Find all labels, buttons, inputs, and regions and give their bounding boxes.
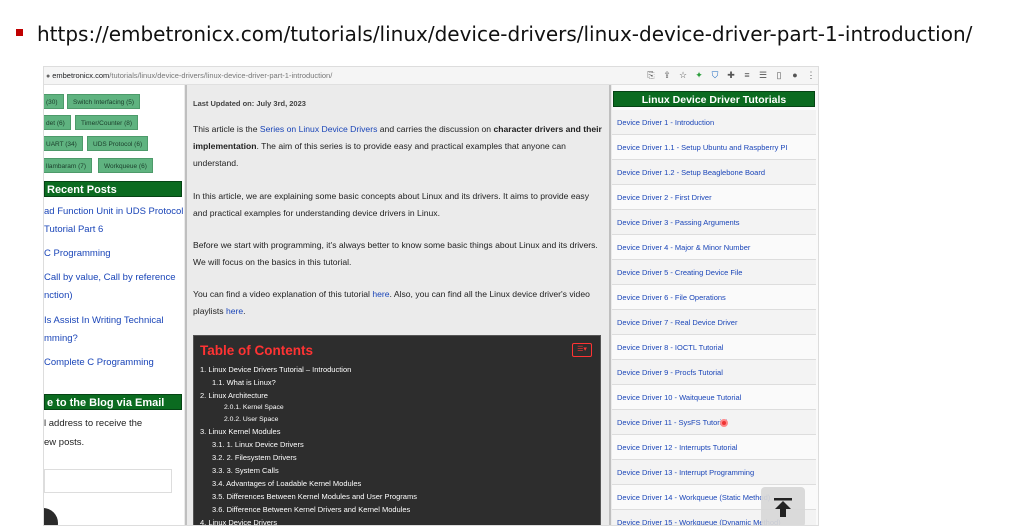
tutorial-link[interactable]: Device Driver 3 - Passing Arguments	[612, 210, 816, 235]
toc-item[interactable]: 3.6. Difference Between Kernel Drivers a…	[212, 505, 410, 514]
tag-link[interactable]: UART (34)	[44, 136, 83, 151]
subscribe-heading: e to the Blog via Email	[44, 394, 182, 410]
tag-link[interactable]: Timer/Counter (8)	[75, 115, 139, 130]
video-link[interactable]: here	[372, 289, 389, 299]
recent-post-link[interactable]: Call by value, Call by reference	[44, 272, 175, 283]
browser-window: ● embetronicx.com/tutorials/linux/device…	[43, 66, 819, 526]
toc-item[interactable]: 3.1. 1. Linux Device Drivers	[212, 440, 304, 449]
bullet-icon	[16, 29, 23, 36]
recent-post-link[interactable]: Tutorial Part 6	[44, 224, 103, 235]
toolbar-icons: ⎘ ⇪ ☆ ✦ ⛉ ✚ ≡ ☰ ▯ ● ⋮	[646, 69, 816, 81]
slide-url-heading: https://embetronicx.com/tutorials/linux/…	[16, 22, 972, 46]
toc-item[interactable]: 1.1. What is Linux?	[212, 378, 276, 387]
extension-icon[interactable]: ✦	[694, 69, 704, 81]
toc-toggle-button[interactable]: ☰▾	[572, 343, 592, 357]
tag-link[interactable]: Switch Interfacing (5)	[67, 94, 141, 109]
address-bar[interactable]: ● embetronicx.com/tutorials/linux/device…	[44, 67, 818, 85]
address-url[interactable]: ● embetronicx.com/tutorials/linux/device…	[46, 71, 332, 80]
toc-item[interactable]: 3.3. 3. System Calls	[212, 466, 279, 475]
arrow-up-icon	[774, 498, 792, 517]
recent-post-link[interactable]: Complete C Programming	[44, 357, 154, 368]
share-icon[interactable]: ⇪	[662, 69, 672, 81]
tutorial-link[interactable]: Device Driver 1.1 - Setup Ubuntu and Ras…	[612, 135, 816, 160]
series-link[interactable]: Series on Linux Device Drivers	[260, 124, 378, 134]
toc-title: Table of Contents	[200, 343, 313, 358]
toc-item[interactable]: 3.2. 2. Filesystem Drivers	[212, 453, 297, 462]
reading-list-icon[interactable]: ☰	[758, 69, 768, 81]
tutorial-link[interactable]: Device Driver 7 - Real Device Driver	[612, 310, 816, 335]
tag-link[interactable]: det (6)	[44, 115, 71, 130]
floating-circle-button[interactable]	[44, 508, 58, 525]
text: You can find a video explanation of this…	[193, 289, 373, 299]
sidebar-icon[interactable]: ▯	[774, 69, 784, 81]
address-path: /tutorials/linux/device-drivers/linux-de…	[109, 71, 333, 80]
mouse-cursor-indicator	[720, 419, 728, 427]
toc-item[interactable]: 2. Linux Architecture	[200, 391, 268, 400]
tutorial-link[interactable]: Device Driver 1.2 - Setup Beaglebone Boa…	[612, 160, 816, 185]
tutorial-link[interactable]: Device Driver 12 - Interrupts Tutorial	[612, 435, 816, 460]
column-divider	[609, 85, 611, 525]
playlist-link[interactable]: here	[226, 306, 243, 316]
slide-url-text: https://embetronicx.com/tutorials/linux/…	[37, 22, 973, 46]
paragraph-2: In this article, we are explaining some …	[193, 191, 589, 218]
toc-item[interactable]: 4. Linux Device Drivers	[200, 518, 277, 525]
tutorial-link[interactable]: Device Driver 2 - First Driver	[612, 185, 816, 210]
toc-item[interactable]: 3. Linux Kernel Modules	[200, 427, 280, 436]
text: and carries the discussion on	[377, 124, 494, 134]
last-updated: Last Updated on: July 3rd, 2023	[193, 99, 306, 108]
tutorial-link[interactable]: Device Driver 13 - Interrupt Programming	[612, 460, 816, 485]
web-page: (30) Switch Interfacing (5) det (6) Time…	[44, 85, 818, 525]
tutorial-link[interactable]: Device Driver 11 - SysFS Tutorial	[612, 410, 816, 435]
tutorials-heading: Linux Device Driver Tutorials	[613, 91, 815, 107]
recent-post-link[interactable]: nction)	[44, 290, 73, 301]
tutorial-link[interactable]: Device Driver 6 - File Operations	[612, 285, 816, 310]
toc-item[interactable]: 3.4. Advantages of Loadable Kernel Modul…	[212, 479, 361, 488]
menu-icon[interactable]: ⋮	[806, 69, 816, 81]
tutorial-link[interactable]: Device Driver 9 - Procfs Tutorial	[612, 360, 816, 385]
recent-post-link[interactable]: Is Assist In Writing Technical	[44, 315, 164, 326]
star-icon[interactable]: ☆	[678, 69, 688, 81]
recent-post-link[interactable]: ad Function Unit in UDS Protocol	[44, 206, 183, 217]
text: This article is the	[193, 124, 260, 134]
puzzle-icon[interactable]: ✚	[726, 69, 736, 81]
tag-link[interactable]: (30)	[44, 94, 64, 109]
email-input[interactable]	[44, 469, 172, 493]
profile-icon[interactable]: ●	[790, 69, 800, 81]
toc-item[interactable]: 1. Linux Device Drivers Tutorial – Intro…	[200, 365, 351, 374]
tutorial-link[interactable]: Device Driver 10 - Waitqueue Tutorial	[612, 385, 816, 410]
table-of-contents: Table of Contents ☰▾ 1. Linux Device Dri…	[193, 335, 601, 525]
paragraph-4: You can find a video explanation of this…	[193, 286, 603, 320]
tag-link[interactable]: llambaram (7)	[44, 158, 93, 173]
subscribe-text: l address to receive the	[44, 418, 143, 429]
scroll-to-top-button[interactable]	[761, 487, 805, 525]
tag-link[interactable]: UDS Protocol (6)	[87, 136, 149, 151]
left-sidebar: (30) Switch Interfacing (5) det (6) Time…	[44, 85, 184, 525]
article-content: Last Updated on: July 3rd, 2023 This art…	[191, 85, 605, 525]
recent-posts-heading: Recent Posts	[44, 181, 182, 197]
recent-post-link[interactable]: mming?	[44, 333, 78, 344]
translate-icon[interactable]: ⎘	[646, 69, 656, 81]
toc-item[interactable]: 2.0.2. User Space	[224, 416, 278, 423]
paragraph-3: Before we start with programming, it's a…	[193, 240, 598, 267]
tutorial-link[interactable]: Device Driver 8 - IOCTL Tutorial	[612, 335, 816, 360]
tutorial-link[interactable]: Device Driver 4 - Major & Minor Number	[612, 235, 816, 260]
pin-icon[interactable]: ≡	[742, 69, 752, 81]
subscribe-text: ew posts.	[44, 437, 85, 448]
column-divider	[185, 85, 187, 525]
address-domain: embetronicx.com	[52, 71, 110, 80]
toc-item[interactable]: 3.5. Differences Between Kernel Modules …	[212, 492, 417, 501]
tag-link[interactable]: Workqueue (6)	[98, 158, 153, 173]
text: .	[243, 306, 246, 316]
paragraph-1: This article is the Series on Linux Devi…	[193, 121, 603, 172]
toc-item[interactable]: 2.0.1. Kernel Space	[224, 404, 284, 411]
tutorial-link[interactable]: Device Driver 1 - Introduction	[612, 110, 816, 135]
recent-post-link[interactable]: C Programming	[44, 248, 111, 259]
shield-icon[interactable]: ⛉	[710, 69, 720, 81]
tutorial-link[interactable]: Device Driver 5 - Creating Device File	[612, 260, 816, 285]
right-sidebar: Linux Device Driver Tutorials Device Dri…	[612, 85, 818, 525]
